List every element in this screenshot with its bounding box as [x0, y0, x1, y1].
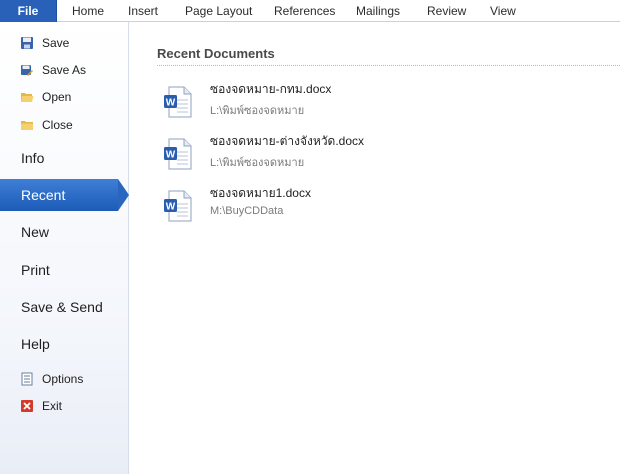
backstage-nav: Save Save As Open Close Info Recent New … — [0, 22, 129, 474]
options-label: Options — [42, 372, 84, 386]
svg-text:W: W — [166, 98, 176, 109]
exit-icon — [21, 400, 33, 412]
save-as-icon — [21, 65, 33, 76]
open-folder-icon — [21, 93, 34, 102]
tab-view[interactable]: View — [490, 0, 516, 22]
save-command[interactable]: Save — [0, 31, 129, 55]
selection-arrow — [118, 179, 129, 211]
document-path: M:\BuyCDData — [210, 205, 284, 217]
document-name: ซองจดหมาย-กทม.docx — [210, 82, 332, 96]
save-icon — [21, 37, 33, 49]
document-path: L:\พิมพ์ซองจดหมาย — [210, 157, 305, 169]
word-document-icon: W — [164, 190, 192, 222]
tab-page-layout[interactable]: Page Layout — [185, 0, 252, 22]
recent-document-item[interactable]: W ซองจดหมาย-กทม.docx L:\พิมพ์ซองจดหมาย — [157, 80, 597, 124]
recent-pane: Recent Documents W ซองจดหมาย-กทม.docx L:… — [130, 22, 620, 474]
ribbon-tab-bar: File Home Insert Page Layout References … — [0, 0, 620, 22]
word-document-icon: W — [164, 138, 192, 170]
tab-insert[interactable]: Insert — [128, 0, 158, 22]
options-command[interactable]: Options — [0, 367, 129, 391]
close-folder-icon — [21, 121, 33, 130]
tab-review[interactable]: Review — [427, 0, 466, 22]
nav-recent-label: Recent — [21, 187, 66, 203]
section-divider — [157, 65, 620, 66]
exit-label: Exit — [42, 399, 63, 413]
tab-file[interactable]: File — [0, 0, 57, 22]
document-path: L:\พิมพ์ซองจดหมาย — [210, 105, 305, 117]
options-icon — [21, 372, 33, 386]
save-label: Save — [42, 36, 70, 50]
recent-document-item[interactable]: W ซองจดหมาย1.docx M:\BuyCDData — [157, 184, 597, 228]
nav-new[interactable]: New — [0, 216, 129, 248]
close-label: Close — [42, 118, 73, 132]
save-as-label: Save As — [42, 63, 87, 77]
tab-home[interactable]: Home — [72, 0, 104, 22]
word-document-icon: W — [164, 86, 192, 118]
tab-mailings[interactable]: Mailings — [356, 0, 400, 22]
svg-text:W: W — [166, 150, 176, 161]
svg-text:W: W — [166, 202, 176, 213]
nav-print[interactable]: Print — [0, 254, 129, 286]
open-command[interactable]: Open — [0, 85, 129, 109]
document-name: ซองจดหมาย-ต่างจังหวัด.docx — [210, 134, 365, 148]
tab-references[interactable]: References — [274, 0, 335, 22]
open-label: Open — [42, 90, 72, 104]
save-as-command[interactable]: Save As — [0, 58, 129, 82]
nav-help[interactable]: Help — [0, 328, 129, 360]
recent-documents-title: Recent Documents — [157, 46, 275, 61]
nav-info[interactable]: Info — [0, 142, 129, 174]
exit-command[interactable]: Exit — [0, 394, 129, 418]
nav-save-send[interactable]: Save & Send — [0, 291, 129, 323]
nav-recent[interactable]: Recent — [0, 179, 129, 211]
recent-document-item[interactable]: W ซองจดหมาย-ต่างจังหวัด.docx L:\พิมพ์ซอง… — [157, 132, 597, 176]
close-command[interactable]: Close — [0, 113, 129, 137]
document-name: ซองจดหมาย1.docx — [210, 186, 311, 200]
